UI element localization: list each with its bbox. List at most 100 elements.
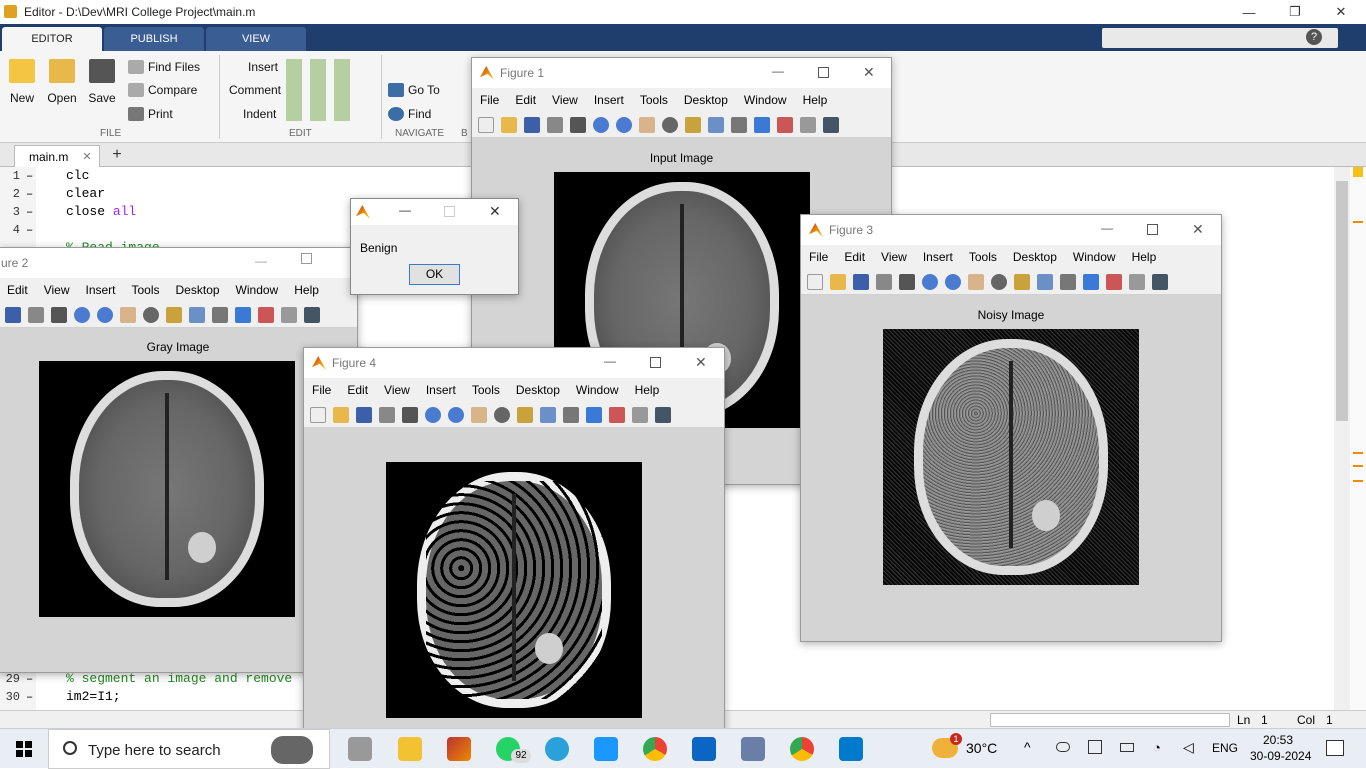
compare-button[interactable]: Compare — [128, 80, 197, 100]
dock-icon[interactable] — [304, 306, 320, 323]
tab-publish[interactable]: PUBLISH — [104, 27, 204, 51]
ok-button[interactable]: OK — [409, 264, 460, 285]
link-icon[interactable] — [1060, 273, 1076, 290]
indent-button[interactable]: Indent — [243, 104, 276, 124]
hide-tools-icon[interactable] — [800, 116, 816, 133]
menu-insert[interactable]: Insert — [923, 250, 953, 264]
colorbar-icon[interactable] — [1083, 273, 1099, 290]
prime-video-icon[interactable] — [594, 737, 618, 761]
clock-date[interactable]: 30-09-2024 — [1250, 749, 1311, 763]
onedrive-icon[interactable] — [1056, 742, 1070, 752]
figure-3-window[interactable]: Figure 3 — ✕ File Edit View Insert Tools… — [800, 214, 1222, 642]
figure-2-titlebar[interactable]: ure 2 — — [0, 248, 357, 278]
maximize-button[interactable] — [818, 67, 829, 78]
open-icon[interactable] — [830, 273, 846, 290]
app-icon[interactable] — [741, 737, 765, 761]
warning-marker[interactable] — [1353, 465, 1363, 467]
breakpoint-dash[interactable]: – — [26, 205, 33, 219]
figure-1-titlebar[interactable]: Figure 1 — ✕ — [472, 58, 891, 88]
legend-icon[interactable] — [258, 306, 274, 323]
zoom-in-icon[interactable] — [74, 306, 90, 323]
vscode-icon[interactable] — [839, 737, 863, 761]
pointer-icon[interactable] — [570, 116, 586, 133]
menu-tools[interactable]: Tools — [132, 283, 160, 297]
breakpoint-dash[interactable]: – — [26, 169, 33, 183]
new-figure-icon[interactable] — [807, 273, 823, 290]
warning-indicator-icon[interactable] — [1353, 167, 1363, 177]
chrome-profile-icon[interactable] — [790, 737, 814, 761]
breakpoint-dash[interactable]: – — [26, 672, 33, 686]
open-icon[interactable] — [501, 116, 517, 133]
save-icon[interactable] — [853, 273, 869, 290]
menu-window[interactable]: Window — [744, 93, 787, 107]
colorbar-icon[interactable] — [235, 306, 251, 323]
dock-icon[interactable] — [823, 116, 839, 133]
minimize-button[interactable]: — — [772, 64, 784, 78]
hide-tools-icon[interactable] — [632, 406, 648, 423]
figure-3-titlebar[interactable]: Figure 3 — ✕ — [801, 215, 1221, 245]
dock-icon[interactable] — [1152, 273, 1168, 290]
zoom-in-icon[interactable] — [922, 273, 938, 290]
data-cursor-icon[interactable] — [1014, 273, 1030, 290]
menu-help[interactable]: Help — [294, 283, 319, 297]
insert-button[interactable]: Insert — [248, 57, 278, 77]
help-icon[interactable]: ? — [1306, 29, 1322, 45]
brush-icon[interactable] — [1037, 273, 1053, 290]
link-icon[interactable] — [563, 406, 579, 423]
menu-edit[interactable]: Edit — [844, 250, 865, 264]
save-button[interactable]: Save — [82, 59, 122, 105]
menu-tools[interactable]: Tools — [472, 383, 500, 397]
maximize-button[interactable] — [1147, 224, 1158, 235]
tab-view[interactable]: VIEW — [206, 27, 306, 51]
new-button[interactable]: New — [2, 59, 42, 105]
brush-icon[interactable] — [708, 116, 724, 133]
figure-4-titlebar[interactable]: Figure 4 — ✕ — [304, 348, 724, 378]
save-icon[interactable] — [524, 116, 540, 133]
maximize-button[interactable] — [650, 357, 661, 368]
legend-icon[interactable] — [777, 116, 793, 133]
add-tab-button[interactable]: + — [106, 145, 128, 165]
menu-file[interactable]: File — [312, 383, 331, 397]
task-view-icon[interactable] — [348, 737, 372, 761]
menu-view[interactable]: View — [552, 93, 578, 107]
comment-button[interactable]: Comment — [229, 80, 281, 100]
quick-access-toolbar[interactable] — [1102, 28, 1338, 48]
data-cursor-icon[interactable] — [517, 406, 533, 423]
menu-view[interactable]: View — [384, 383, 410, 397]
save-icon[interactable] — [356, 406, 372, 423]
data-cursor-icon[interactable] — [166, 306, 182, 323]
windows-start-icon[interactable] — [16, 741, 32, 757]
menu-file[interactable]: File — [809, 250, 828, 264]
dialog-titlebar[interactable]: — ✕ — [351, 199, 518, 225]
notification-icon[interactable] — [1326, 740, 1344, 756]
zoom-out-icon[interactable] — [448, 406, 464, 423]
tab-editor[interactable]: EDITOR — [2, 27, 102, 51]
warning-marker[interactable] — [1353, 221, 1363, 223]
warning-marker[interactable] — [1353, 452, 1363, 454]
link-icon[interactable] — [731, 116, 747, 133]
zoom-out-icon[interactable] — [616, 116, 632, 133]
menu-desktop[interactable]: Desktop — [516, 383, 560, 397]
print-icon[interactable] — [28, 306, 44, 323]
menu-desktop[interactable]: Desktop — [176, 283, 220, 297]
menu-tools[interactable]: Tools — [640, 93, 668, 107]
print-icon[interactable] — [876, 273, 892, 290]
matlab-icon[interactable] — [447, 737, 471, 761]
menu-insert[interactable]: Insert — [85, 283, 115, 297]
menu-desktop[interactable]: Desktop — [1013, 250, 1057, 264]
pan-icon[interactable] — [471, 406, 487, 423]
volume-icon[interactable]: ◁ — [1183, 739, 1194, 756]
edit-tools-icons[interactable] — [286, 59, 356, 121]
file-tab-main[interactable]: main.m ✕ — [14, 145, 100, 167]
find-files-button[interactable]: Find Files — [128, 57, 200, 77]
zoom-in-icon[interactable] — [593, 116, 609, 133]
scrollbar-thumb[interactable] — [1336, 181, 1348, 421]
menu-insert[interactable]: Insert — [594, 93, 624, 107]
rotate-icon[interactable] — [494, 406, 510, 423]
goto-button[interactable]: Go To — [388, 80, 440, 100]
pointer-icon[interactable] — [51, 306, 67, 323]
open-icon[interactable] — [333, 406, 349, 423]
breakpoint-dash[interactable]: – — [26, 187, 33, 201]
menu-help[interactable]: Help — [1132, 250, 1157, 264]
menu-view[interactable]: View — [44, 283, 70, 297]
